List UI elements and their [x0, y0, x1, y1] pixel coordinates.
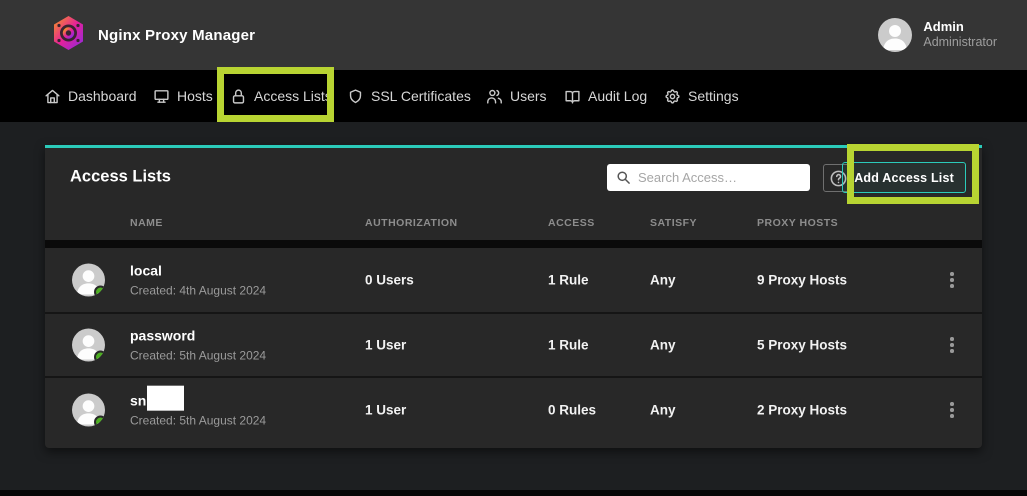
- cell-satisfy: Any: [650, 273, 676, 288]
- nav-label-users: Users: [510, 88, 547, 104]
- nav-label-dashboard: Dashboard: [68, 88, 137, 104]
- column-header-authorization: AUTHORIZATION: [365, 217, 458, 229]
- access-list-name: sn: [130, 393, 146, 410]
- table-header-divider: [45, 240, 982, 248]
- nav-item-ssl-certificates[interactable]: SSL Certificates: [347, 70, 471, 122]
- nav-label-audit-log: Audit Log: [588, 88, 647, 104]
- cell-proxy-hosts: 2 Proxy Hosts: [757, 403, 847, 418]
- table-header-row: NAME AUTHORIZATION ACCESS SATISFY PROXY …: [45, 206, 982, 240]
- column-header-name: NAME: [130, 217, 163, 229]
- access-lists-panel: Access Lists Add Access List NAME AUTHOR…: [45, 145, 982, 448]
- brand: Nginx Proxy Manager: [52, 15, 255, 56]
- access-list-created: Created: 5th August 2024: [130, 414, 266, 428]
- access-list-avatar: [72, 329, 105, 362]
- nav-item-dashboard[interactable]: Dashboard: [44, 70, 137, 122]
- access-list-name: local: [130, 263, 162, 280]
- main-nav: Dashboard Hosts Access Lists SSL Certifi…: [0, 70, 1027, 122]
- panel-header: Access Lists Add Access List: [45, 148, 982, 206]
- row-menu-kebab-icon[interactable]: [941, 267, 963, 293]
- nginx-proxy-manager-app: Nginx Proxy Manager Admin Administrator …: [0, 0, 1027, 496]
- book-icon: [564, 88, 581, 105]
- nav-item-users[interactable]: Users: [486, 70, 547, 122]
- access-list-created: Created: 4th August 2024: [130, 284, 266, 298]
- cell-access: 0 Rules: [548, 403, 596, 418]
- column-header-proxy-hosts: PROXY HOSTS: [757, 217, 838, 229]
- status-online-dot: [94, 286, 105, 297]
- table-row[interactable]: local Created: 4th August 2024 0 Users 1…: [45, 248, 982, 312]
- redaction-box: [147, 386, 184, 411]
- app-title: Nginx Proxy Manager: [98, 27, 255, 44]
- user-role: Administrator: [923, 35, 997, 51]
- monitor-icon: [153, 88, 170, 105]
- cell-authorization: 1 User: [365, 403, 406, 418]
- status-online-dot: [94, 416, 105, 427]
- home-icon: [44, 88, 61, 105]
- nav-label-settings: Settings: [688, 88, 739, 104]
- nav-label-ssl-certificates: SSL Certificates: [371, 88, 471, 104]
- column-header-satisfy: SATISFY: [650, 217, 697, 229]
- cell-access: 1 Rule: [548, 273, 589, 288]
- nav-item-hosts[interactable]: Hosts: [153, 70, 213, 122]
- search-input[interactable]: [607, 164, 810, 191]
- column-header-access: ACCESS: [548, 217, 595, 229]
- status-online-dot: [94, 351, 105, 362]
- shield-icon: [347, 88, 364, 105]
- user-menu[interactable]: Admin Administrator: [878, 18, 997, 52]
- nav-item-audit-log[interactable]: Audit Log: [564, 70, 647, 122]
- cell-access: 1 Rule: [548, 338, 589, 353]
- add-access-list-button[interactable]: Add Access List: [842, 162, 966, 193]
- row-menu-kebab-icon[interactable]: [941, 332, 963, 358]
- nav-label-hosts: Hosts: [177, 88, 213, 104]
- access-list-name: password: [130, 328, 195, 345]
- cell-proxy-hosts: 9 Proxy Hosts: [757, 273, 847, 288]
- users-icon: [486, 88, 503, 105]
- access-list-avatar: [72, 264, 105, 297]
- search-box: [607, 164, 810, 191]
- page-title: Access Lists: [70, 168, 171, 187]
- cell-satisfy: Any: [650, 338, 676, 353]
- cell-satisfy: Any: [650, 403, 676, 418]
- cell-authorization: 0 Users: [365, 273, 414, 288]
- row-menu-kebab-icon[interactable]: [941, 397, 963, 423]
- app-logo-icon: [52, 15, 85, 56]
- topbar: Nginx Proxy Manager Admin Administrator: [0, 0, 1027, 70]
- lock-icon: [230, 88, 247, 105]
- user-avatar: [878, 18, 912, 52]
- access-list-created: Created: 5th August 2024: [130, 349, 266, 363]
- nav-label-access-lists: Access Lists: [254, 88, 332, 104]
- user-name: Admin: [923, 19, 997, 35]
- nav-item-settings[interactable]: Settings: [664, 70, 739, 122]
- cell-authorization: 1 User: [365, 338, 406, 353]
- gear-icon: [664, 88, 681, 105]
- nav-item-access-lists[interactable]: Access Lists: [230, 70, 332, 122]
- bottom-edge-strip: [0, 490, 1027, 496]
- access-list-avatar: [72, 394, 105, 427]
- cell-proxy-hosts: 5 Proxy Hosts: [757, 338, 847, 353]
- table-row[interactable]: sn Created: 5th August 2024 1 User 0 Rul…: [45, 376, 982, 442]
- table-row[interactable]: password Created: 5th August 2024 1 User…: [45, 312, 982, 376]
